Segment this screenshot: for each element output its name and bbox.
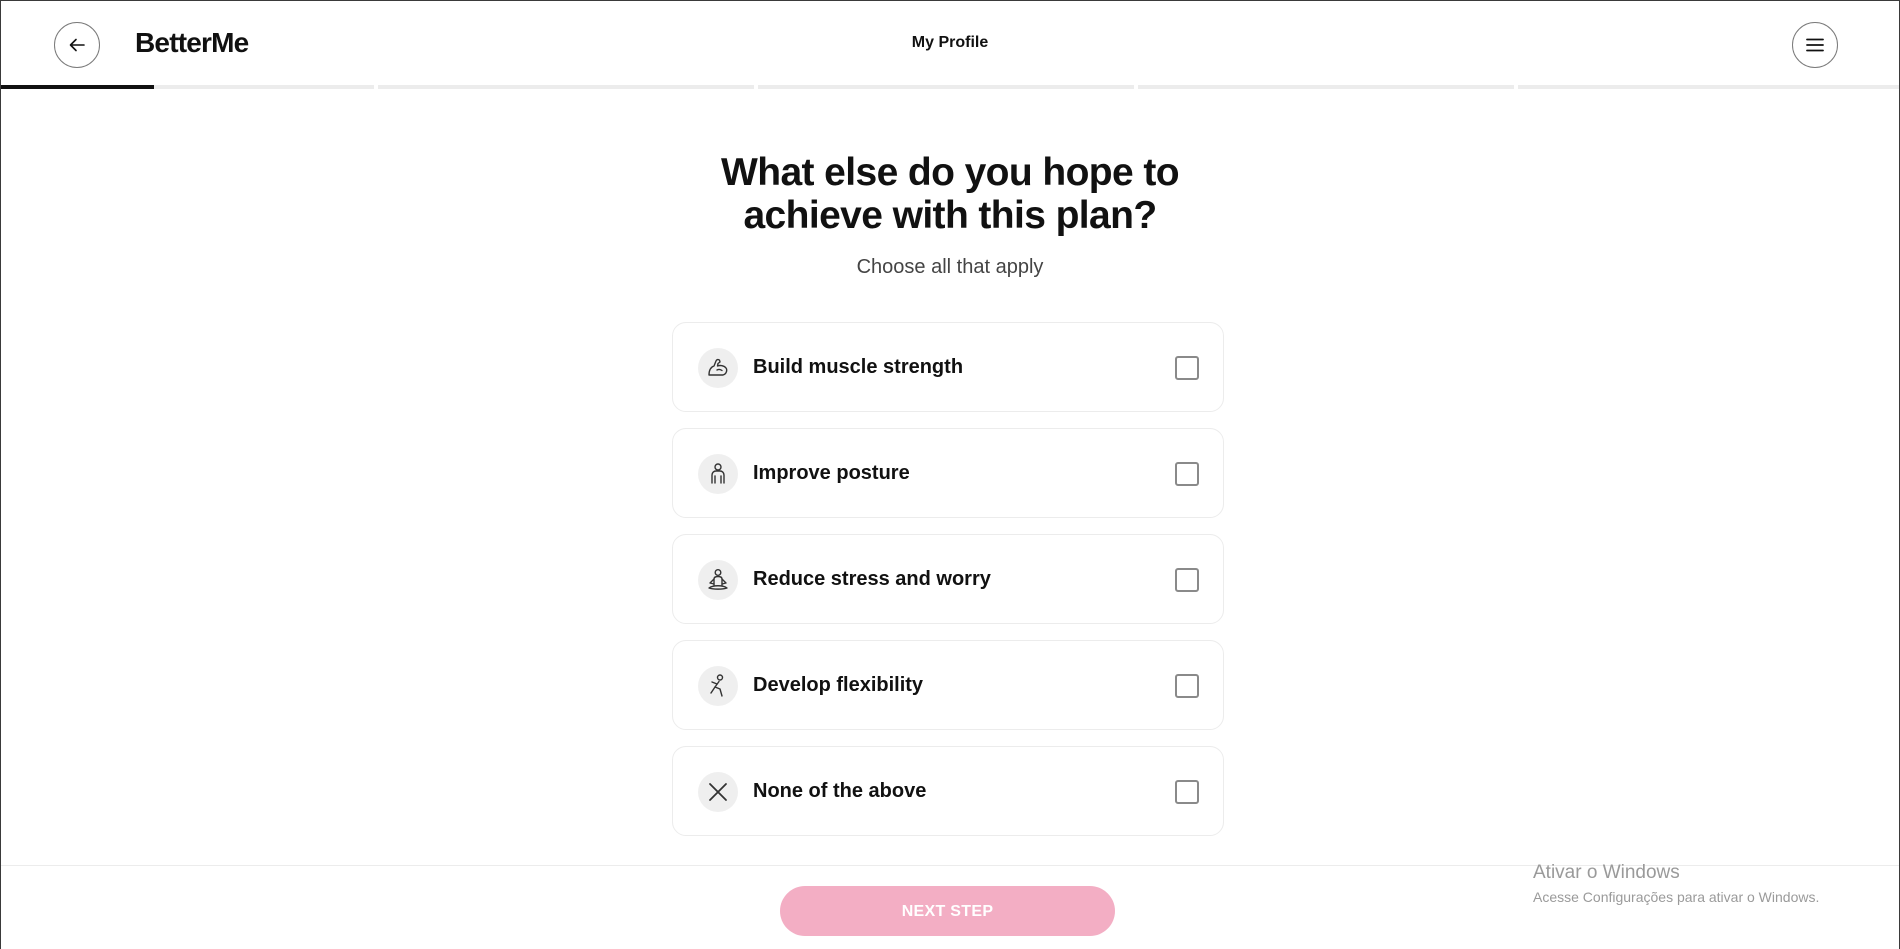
option-checkbox[interactable] xyxy=(1175,674,1199,698)
question-line-1: What else do you hope to xyxy=(721,151,1180,194)
menu-button[interactable] xyxy=(1792,22,1838,68)
option-checkbox[interactable] xyxy=(1175,780,1199,804)
meditation-icon xyxy=(698,560,738,600)
progress-step-3 xyxy=(758,85,1134,89)
flexed-arm-icon xyxy=(698,348,738,388)
question-line-2: achieve with this plan? xyxy=(743,194,1157,237)
option-label: Build muscle strength xyxy=(753,356,964,378)
progress-step-4 xyxy=(1138,85,1514,89)
option-reduce-stress[interactable]: Reduce stress and worry xyxy=(672,534,1224,624)
progress-step-1-fill xyxy=(1,85,154,89)
option-build-muscle-strength[interactable]: Build muscle strength xyxy=(672,322,1224,412)
question-heading: What else do you hope to achieve with th… xyxy=(1,151,1899,237)
progress-bar xyxy=(1,85,1899,90)
option-checkbox[interactable] xyxy=(1175,462,1199,486)
windows-activation-watermark: Ativar o Windows Acesse Configurações pa… xyxy=(1533,861,1819,907)
hamburger-menu-icon xyxy=(1806,38,1824,52)
progress-step-1 xyxy=(1,85,374,89)
page-title: My Profile xyxy=(911,34,989,51)
header: BetterMe My Profile xyxy=(1,1,1899,85)
option-label: Improve posture xyxy=(753,462,910,484)
app-window: BetterMe My Profile What else do you hop… xyxy=(0,0,1900,949)
option-label: None of the above xyxy=(753,780,927,802)
options-list: Build muscle strength Improve posture Re… xyxy=(672,322,1224,852)
watermark-title: Ativar o Windows xyxy=(1533,862,1680,883)
option-develop-flexibility[interactable]: Develop flexibility xyxy=(672,640,1224,730)
progress-step-2 xyxy=(378,85,754,89)
question-subtitle: Choose all that apply xyxy=(856,256,1044,278)
option-checkbox[interactable] xyxy=(1175,568,1199,592)
watermark-subtitle: Acesse Configurações para ativar o Windo… xyxy=(1533,889,1820,905)
option-checkbox[interactable] xyxy=(1175,356,1199,380)
option-improve-posture[interactable]: Improve posture xyxy=(672,428,1224,518)
progress-step-5 xyxy=(1518,85,1899,89)
person-posture-icon xyxy=(698,454,738,494)
stretching-person-icon xyxy=(698,666,738,706)
option-label: Reduce stress and worry xyxy=(753,568,991,590)
option-none-of-the-above[interactable]: None of the above xyxy=(672,746,1224,836)
option-label: Develop flexibility xyxy=(753,674,924,696)
close-x-icon xyxy=(698,772,738,812)
next-step-button[interactable]: NEXT STEP xyxy=(780,886,1115,936)
